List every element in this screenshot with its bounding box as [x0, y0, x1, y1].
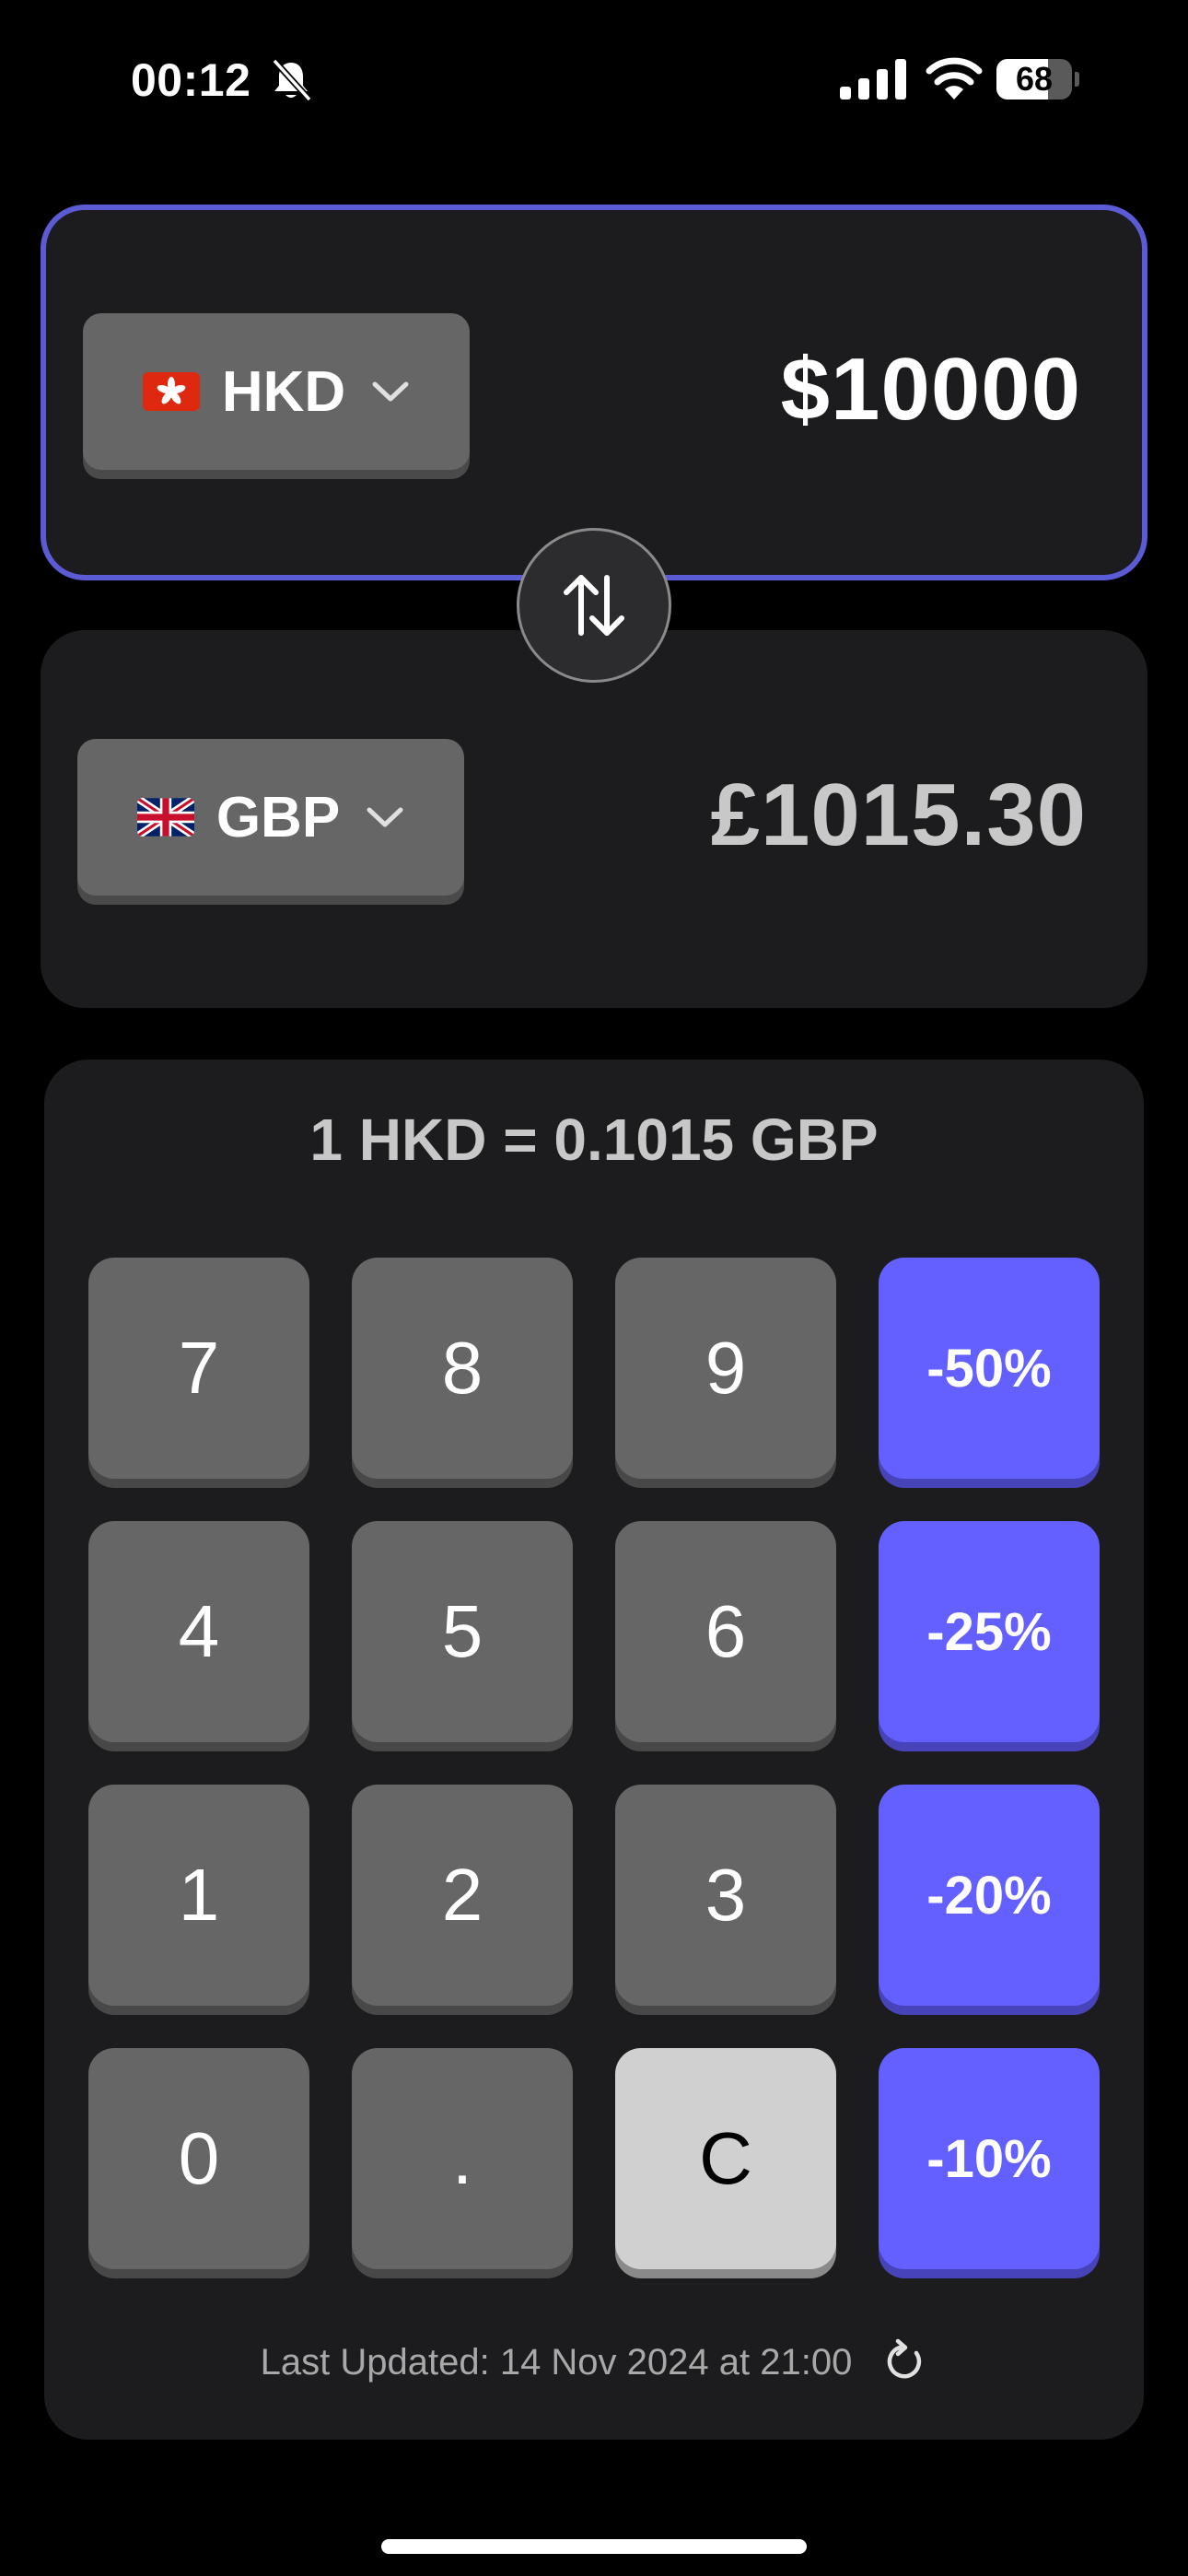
key-8[interactable]: 8 [352, 1258, 573, 1479]
to-currency-code: GBP [215, 785, 341, 849]
last-updated-row: Last Updated: 14 Nov 2024 at 21:00 [44, 2338, 1144, 2386]
clear-key[interactable]: C [615, 2048, 836, 2269]
key-4[interactable]: 4 [88, 1521, 309, 1742]
bell-slash-icon [272, 58, 312, 102]
status-bar: 00:12 68 [0, 0, 1188, 157]
discount-key-minus-25-percent[interactable]: -25% [879, 1521, 1100, 1742]
key-9[interactable]: 9 [615, 1258, 836, 1479]
chevron-down-icon [367, 807, 403, 827]
wifi-icon [926, 57, 983, 100]
key-3[interactable]: 3 [615, 1785, 836, 2006]
discount-key-minus-50-percent[interactable]: -50% [879, 1258, 1100, 1479]
from-currency-card[interactable]: HKD $10000 [41, 205, 1147, 580]
from-amount[interactable]: $10000 [781, 339, 1081, 440]
discount-key-minus-20-percent[interactable]: -20% [879, 1785, 1100, 2006]
home-indicator[interactable] [381, 2539, 807, 2554]
chevron-down-icon [372, 381, 409, 402]
key-1[interactable]: 1 [88, 1785, 309, 2006]
discount-key-minus-10-percent[interactable]: -10% [879, 2048, 1100, 2269]
key-6[interactable]: 6 [615, 1521, 836, 1742]
battery-body: 68 [996, 59, 1072, 100]
swap-currencies-button[interactable] [517, 528, 671, 683]
status-time: 00:12 [131, 54, 251, 106]
keypad-panel: 1 HKD = 0.1015 GBP 7 8 9 -50% 4 5 6 -25% 1 2 3 -20%… [44, 1060, 1144, 2440]
last-updated-text: Last Updated: 14 Nov 2024 at 21:00 [260, 2341, 853, 2383]
cellular-signal-icon [840, 59, 906, 100]
united-kingdom-flag-icon [136, 798, 194, 837]
exchange-rate-text: 1 HKD = 0.1015 GBP [309, 1107, 879, 1173]
decimal-key[interactable]: . [352, 2048, 573, 2269]
battery-indicator: 68 [996, 59, 1079, 100]
from-currency-select[interactable]: HKD [83, 313, 470, 470]
key-2[interactable]: 2 [352, 1785, 573, 2006]
to-currency-select[interactable]: GBP [77, 739, 464, 896]
key-0[interactable]: 0 [88, 2048, 309, 2269]
key-5[interactable]: 5 [352, 1521, 573, 1742]
battery-cap [1075, 72, 1079, 87]
hong-kong-flag-icon [142, 372, 200, 411]
to-currency-card[interactable]: GBP £1015.30 [41, 630, 1147, 1008]
from-currency-code: HKD [221, 359, 346, 424]
key-7[interactable]: 7 [88, 1258, 309, 1479]
to-amount: £1015.30 [710, 766, 1087, 864]
swap-arrows-icon [564, 575, 624, 636]
refresh-icon[interactable] [879, 2338, 927, 2386]
battery-percent: 68 [1015, 60, 1054, 98]
